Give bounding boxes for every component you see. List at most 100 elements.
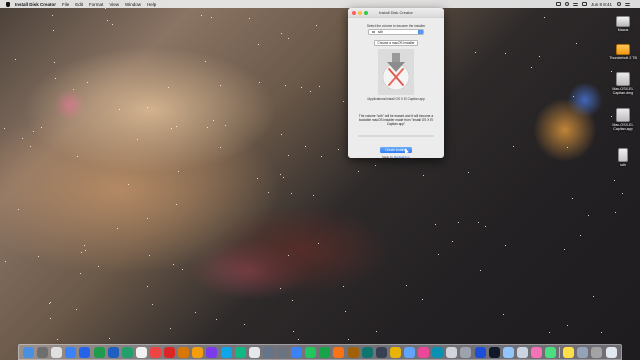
apple-menu-icon[interactable] — [6, 1, 10, 7]
menu-clock[interactable]: Jun 8 8:41 — [591, 2, 612, 7]
star — [567, 147, 568, 148]
star — [80, 273, 81, 274]
notification-center-icon[interactable] — [625, 2, 630, 6]
star — [298, 339, 299, 340]
star — [338, 149, 339, 150]
star — [201, 15, 202, 16]
dock-app-icon[interactable] — [234, 346, 246, 358]
star — [288, 255, 289, 256]
dock-app-icon[interactable] — [248, 346, 260, 358]
title-bar[interactable]: Install Disk Creator — [348, 8, 444, 18]
dock-app-icon[interactable] — [37, 346, 49, 358]
star — [593, 296, 594, 297]
star — [406, 285, 407, 286]
dock-app-icon[interactable] — [545, 346, 557, 358]
dock-app-icon[interactable] — [432, 346, 444, 358]
close-button[interactable] — [352, 10, 356, 15]
wifi-icon[interactable] — [572, 2, 578, 6]
dock-app-icon[interactable] — [135, 346, 147, 358]
dock-app-icon[interactable] — [361, 346, 373, 358]
dock-app-icon[interactable] — [220, 346, 232, 358]
dock-app-icon[interactable] — [530, 346, 542, 358]
zoom-button[interactable] — [364, 10, 368, 15]
credit-link[interactable]: MacDaddy.io — [394, 155, 410, 159]
star — [343, 286, 344, 287]
star — [128, 184, 129, 185]
dock-app-icon[interactable] — [65, 346, 77, 358]
dock-app-icon[interactable] — [488, 346, 500, 358]
dock-app-icon[interactable] — [446, 346, 458, 358]
dock-app-icon[interactable] — [178, 346, 190, 358]
star — [513, 146, 514, 147]
star — [614, 180, 615, 181]
star — [149, 255, 150, 256]
dock-app-icon[interactable] — [347, 346, 359, 358]
dock-app-icon[interactable] — [149, 346, 161, 358]
star — [291, 193, 292, 194]
dock-app-icon[interactable] — [262, 346, 274, 358]
dock-app-icon[interactable] — [192, 346, 204, 358]
desktop-icon-thunderbolt[interactable]: Thunderbolt 2 TB — [607, 44, 639, 60]
progress-bar — [358, 135, 434, 137]
dock-app-icon[interactable] — [305, 346, 317, 358]
dock-app-icon[interactable] — [591, 346, 603, 358]
battery-icon[interactable] — [581, 2, 587, 6]
dock-app-icon[interactable] — [206, 346, 218, 358]
installer-icon[interactable] — [378, 49, 414, 95]
choose-installer-button[interactable]: Choose a macOS Installer — [374, 40, 418, 46]
dock-app-icon[interactable] — [164, 346, 176, 358]
star — [268, 192, 269, 193]
menu-app-name[interactable]: Install Disk Creator — [15, 2, 56, 7]
menu-help[interactable]: Help — [147, 2, 156, 7]
credit-prefix: Made by — [382, 155, 393, 159]
dock-app-icon[interactable] — [375, 346, 387, 358]
dock-app-icon[interactable] — [516, 346, 528, 358]
selected-volume: sdh — [377, 30, 384, 34]
menu-file[interactable]: File — [62, 2, 69, 7]
dock-app-icon[interactable] — [319, 346, 331, 358]
desktop-icon-app[interactable]: Mac-OSX-El-Capitan.app — [607, 108, 639, 131]
minimize-button[interactable] — [358, 10, 362, 15]
dock-app-icon[interactable] — [23, 346, 34, 358]
star — [152, 304, 153, 305]
dock-app-icon[interactable] — [276, 346, 288, 358]
star — [622, 193, 623, 194]
star — [76, 309, 77, 310]
display-icon[interactable] — [555, 2, 561, 6]
star — [147, 218, 148, 219]
spotlight-icon[interactable] — [617, 2, 621, 6]
desktop-icon-macos[interactable]: Macos — [607, 16, 639, 32]
chevron-updown-icon: ↕ — [418, 30, 423, 34]
menu-edit[interactable]: Edit — [75, 2, 83, 7]
dock-app-icon[interactable] — [107, 346, 119, 358]
star — [207, 127, 208, 128]
dock-app-icon[interactable] — [291, 346, 303, 358]
dock-app-icon[interactable] — [474, 346, 486, 358]
menu-window[interactable]: Window — [125, 2, 141, 7]
star — [41, 127, 42, 128]
star — [173, 264, 174, 265]
dock-app-icon[interactable] — [333, 346, 345, 358]
star — [423, 175, 424, 176]
dock-app-icon[interactable] — [389, 346, 401, 358]
desktop-icon-sdh[interactable]: sdh — [607, 148, 639, 167]
dock-app-icon[interactable] — [121, 346, 133, 358]
dock-app-icon[interactable] — [502, 346, 514, 358]
dock-app-icon[interactable] — [605, 346, 617, 358]
dock-app-icon[interactable] — [563, 346, 575, 358]
dock-app-icon[interactable] — [79, 346, 91, 358]
dock-app-icon[interactable] — [93, 346, 105, 358]
dock-app-icon[interactable] — [51, 346, 63, 358]
dock-app-icon[interactable] — [460, 346, 472, 358]
dock-app-icon[interactable] — [403, 346, 415, 358]
disk-image-icon — [616, 72, 630, 86]
dock-app-icon[interactable] — [577, 346, 589, 358]
dock-app-icon[interactable] — [418, 346, 430, 358]
star — [531, 67, 532, 68]
menu-view[interactable]: View — [109, 2, 119, 7]
desktop-icon-dmg[interactable]: Mac-OSX-El-Capitan.dmg — [607, 72, 639, 95]
time-machine-icon[interactable] — [564, 2, 569, 6]
volume-select[interactable]: sdh ↕ — [368, 29, 424, 35]
star — [318, 243, 319, 244]
menu-format[interactable]: Format — [89, 2, 103, 7]
